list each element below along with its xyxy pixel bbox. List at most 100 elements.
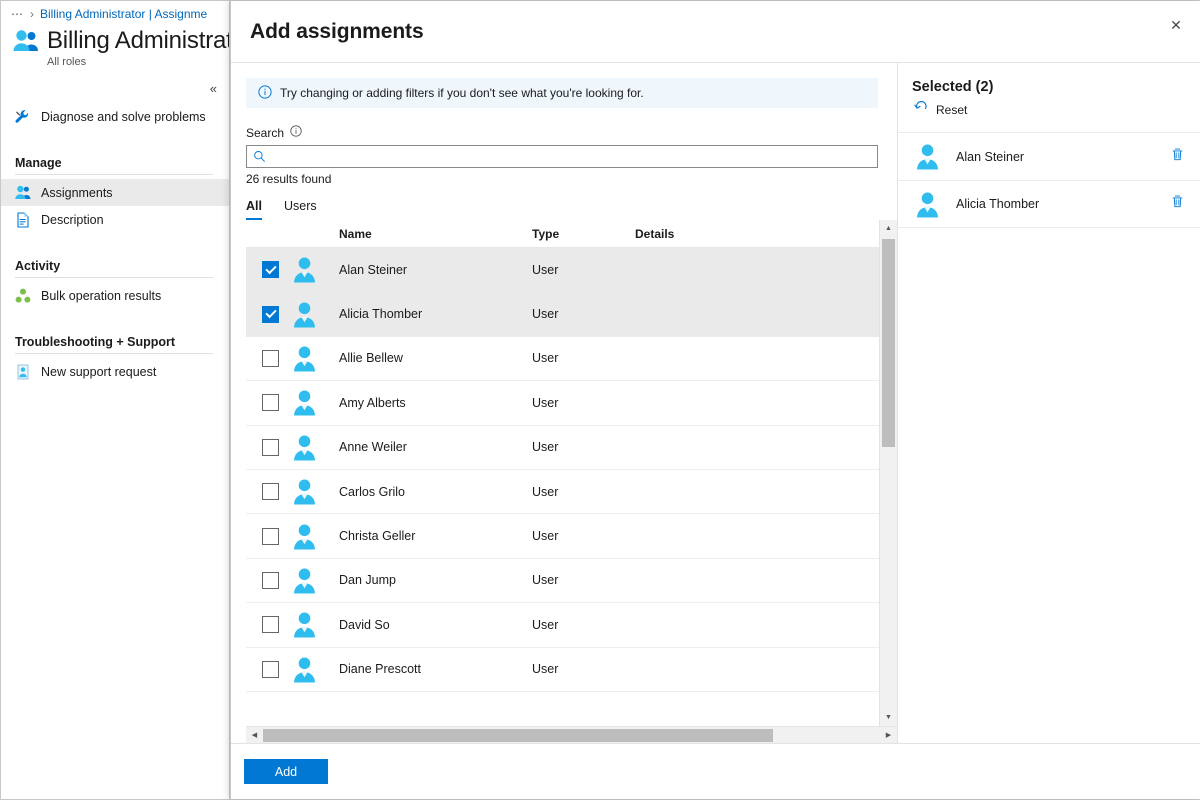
table-row[interactable]: Amy AlbertsUser xyxy=(246,381,879,425)
row-select-cell[interactable] xyxy=(246,483,291,500)
sidebar-item-bulk-operation-results[interactable]: Bulk operation results xyxy=(1,282,229,309)
scroll-right-icon[interactable]: ▶ xyxy=(880,727,897,744)
column-header-type[interactable]: Type xyxy=(532,227,635,241)
row-select-cell[interactable] xyxy=(246,528,291,545)
row-select-cell[interactable] xyxy=(246,306,291,323)
row-checkbox[interactable] xyxy=(262,572,279,589)
avatar-icon xyxy=(914,191,941,218)
row-avatar-cell xyxy=(291,389,339,416)
table-row[interactable]: David SoUser xyxy=(246,603,879,647)
tab-all[interactable]: All xyxy=(246,199,262,220)
vertical-scroll-thumb[interactable] xyxy=(882,239,895,447)
vertical-scroll-track[interactable] xyxy=(880,237,897,709)
row-checkbox[interactable] xyxy=(262,306,279,323)
role-users-icon xyxy=(13,30,39,57)
horizontal-scroll-thumb[interactable] xyxy=(263,729,773,742)
row-select-cell[interactable] xyxy=(246,261,291,278)
collapse-blade-icon[interactable]: « xyxy=(210,81,217,96)
support-person-icon xyxy=(15,364,31,380)
search-box[interactable] xyxy=(246,145,878,168)
nav-spacer-3 xyxy=(1,309,229,319)
role-blade: ⋯ › Billing Administrator | Assignme Bil… xyxy=(1,1,230,799)
close-icon[interactable]: ✕ xyxy=(1160,9,1192,41)
row-select-cell[interactable] xyxy=(246,394,291,411)
page-subtitle: All roles xyxy=(47,56,230,68)
breadcrumb-ellipsis[interactable]: ⋯ xyxy=(11,7,24,21)
row-checkbox[interactable] xyxy=(262,616,279,633)
horizontal-scroll-track[interactable] xyxy=(263,727,880,744)
row-name: Diane Prescott xyxy=(339,662,532,676)
breadcrumb-link[interactable]: Billing Administrator | Assignme xyxy=(40,7,207,21)
row-type: User xyxy=(532,662,635,676)
selected-panel: Selected (2) Reset Alan SteinerAlicia Th… xyxy=(898,63,1200,743)
grid-scroll-row: Name Type Details Alan SteinerUserAlicia… xyxy=(246,220,897,726)
row-select-cell[interactable] xyxy=(246,661,291,678)
table-row[interactable]: Alicia ThomberUser xyxy=(246,292,879,336)
avatar-icon xyxy=(291,256,318,283)
scroll-up-icon[interactable]: ▲ xyxy=(880,220,897,237)
list-item: Alan Steiner xyxy=(898,132,1200,180)
row-name: Allie Bellew xyxy=(339,351,532,365)
sidebar-item-diagnose[interactable]: Diagnose and solve problems xyxy=(1,103,229,130)
row-type: User xyxy=(532,573,635,587)
reset-button[interactable]: Reset xyxy=(898,95,1200,119)
row-checkbox[interactable] xyxy=(262,261,279,278)
row-avatar-cell xyxy=(291,345,339,372)
breadcrumb-separator-icon: › xyxy=(30,7,34,21)
row-select-cell[interactable] xyxy=(246,572,291,589)
row-select-cell[interactable] xyxy=(246,439,291,456)
row-select-cell[interactable] xyxy=(246,616,291,633)
sidebar-item-new-support-request[interactable]: New support request xyxy=(1,358,229,385)
row-checkbox[interactable] xyxy=(262,661,279,678)
info-banner: Try changing or adding filters if you do… xyxy=(246,78,878,108)
nav-divider-3 xyxy=(15,353,213,354)
delete-icon[interactable] xyxy=(1170,147,1186,167)
row-checkbox[interactable] xyxy=(262,439,279,456)
avatar-icon xyxy=(291,523,318,550)
add-assignments-dialog: Add assignments ✕ Try chang xyxy=(230,1,1200,799)
search-input[interactable] xyxy=(271,150,871,164)
scroll-down-icon[interactable]: ▼ xyxy=(880,709,897,726)
scroll-left-icon[interactable]: ◀ xyxy=(246,727,263,744)
row-name: Dan Jump xyxy=(339,573,532,587)
table-row[interactable]: Allie BellewUser xyxy=(246,337,879,381)
row-avatar-cell xyxy=(291,567,339,594)
users-icon xyxy=(15,185,31,201)
sidebar-item-label: Description xyxy=(41,213,104,227)
row-avatar-cell xyxy=(291,434,339,461)
avatar-icon xyxy=(291,434,318,461)
wrench-icon xyxy=(15,109,31,125)
delete-icon[interactable] xyxy=(1170,194,1186,214)
row-type: User xyxy=(532,529,635,543)
sidebar-item-description[interactable]: Description xyxy=(1,206,229,233)
reset-label: Reset xyxy=(936,103,967,117)
row-select-cell[interactable] xyxy=(246,350,291,367)
column-header-details[interactable]: Details xyxy=(635,227,879,241)
table-row[interactable]: Christa GellerUser xyxy=(246,514,879,558)
dialog-footer: Add xyxy=(231,743,1200,799)
selected-list: Alan SteinerAlicia Thomber xyxy=(898,132,1200,228)
tab-users[interactable]: Users xyxy=(284,199,317,220)
grid-header-row: Name Type Details xyxy=(246,220,879,248)
breadcrumb: ⋯ › Billing Administrator | Assignme xyxy=(11,7,207,21)
row-checkbox[interactable] xyxy=(262,394,279,411)
table-row[interactable]: Dan JumpUser xyxy=(246,559,879,603)
document-icon xyxy=(15,212,31,228)
blade-nav: Diagnose and solve problems Manage Assig… xyxy=(1,103,229,385)
search-info-icon[interactable] xyxy=(290,125,302,140)
row-checkbox[interactable] xyxy=(262,528,279,545)
row-checkbox[interactable] xyxy=(262,350,279,367)
table-row[interactable]: Carlos GriloUser xyxy=(246,470,879,514)
add-button[interactable]: Add xyxy=(244,759,328,784)
table-row[interactable]: Alan SteinerUser xyxy=(246,248,879,292)
grid-vertical-scrollbar[interactable]: ▲ ▼ xyxy=(879,220,897,726)
picker-column: Try changing or adding filters if you do… xyxy=(231,63,898,743)
grid-horizontal-scrollbar[interactable]: ◀ ▶ xyxy=(246,726,897,743)
column-header-name[interactable]: Name xyxy=(339,227,532,241)
table-row[interactable]: Diane PrescottUser xyxy=(246,648,879,692)
row-checkbox[interactable] xyxy=(262,483,279,500)
sidebar-item-assignments[interactable]: Assignments xyxy=(1,179,229,206)
row-type: User xyxy=(532,440,635,454)
table-row[interactable]: Anne WeilerUser xyxy=(246,426,879,470)
row-type: User xyxy=(532,307,635,321)
